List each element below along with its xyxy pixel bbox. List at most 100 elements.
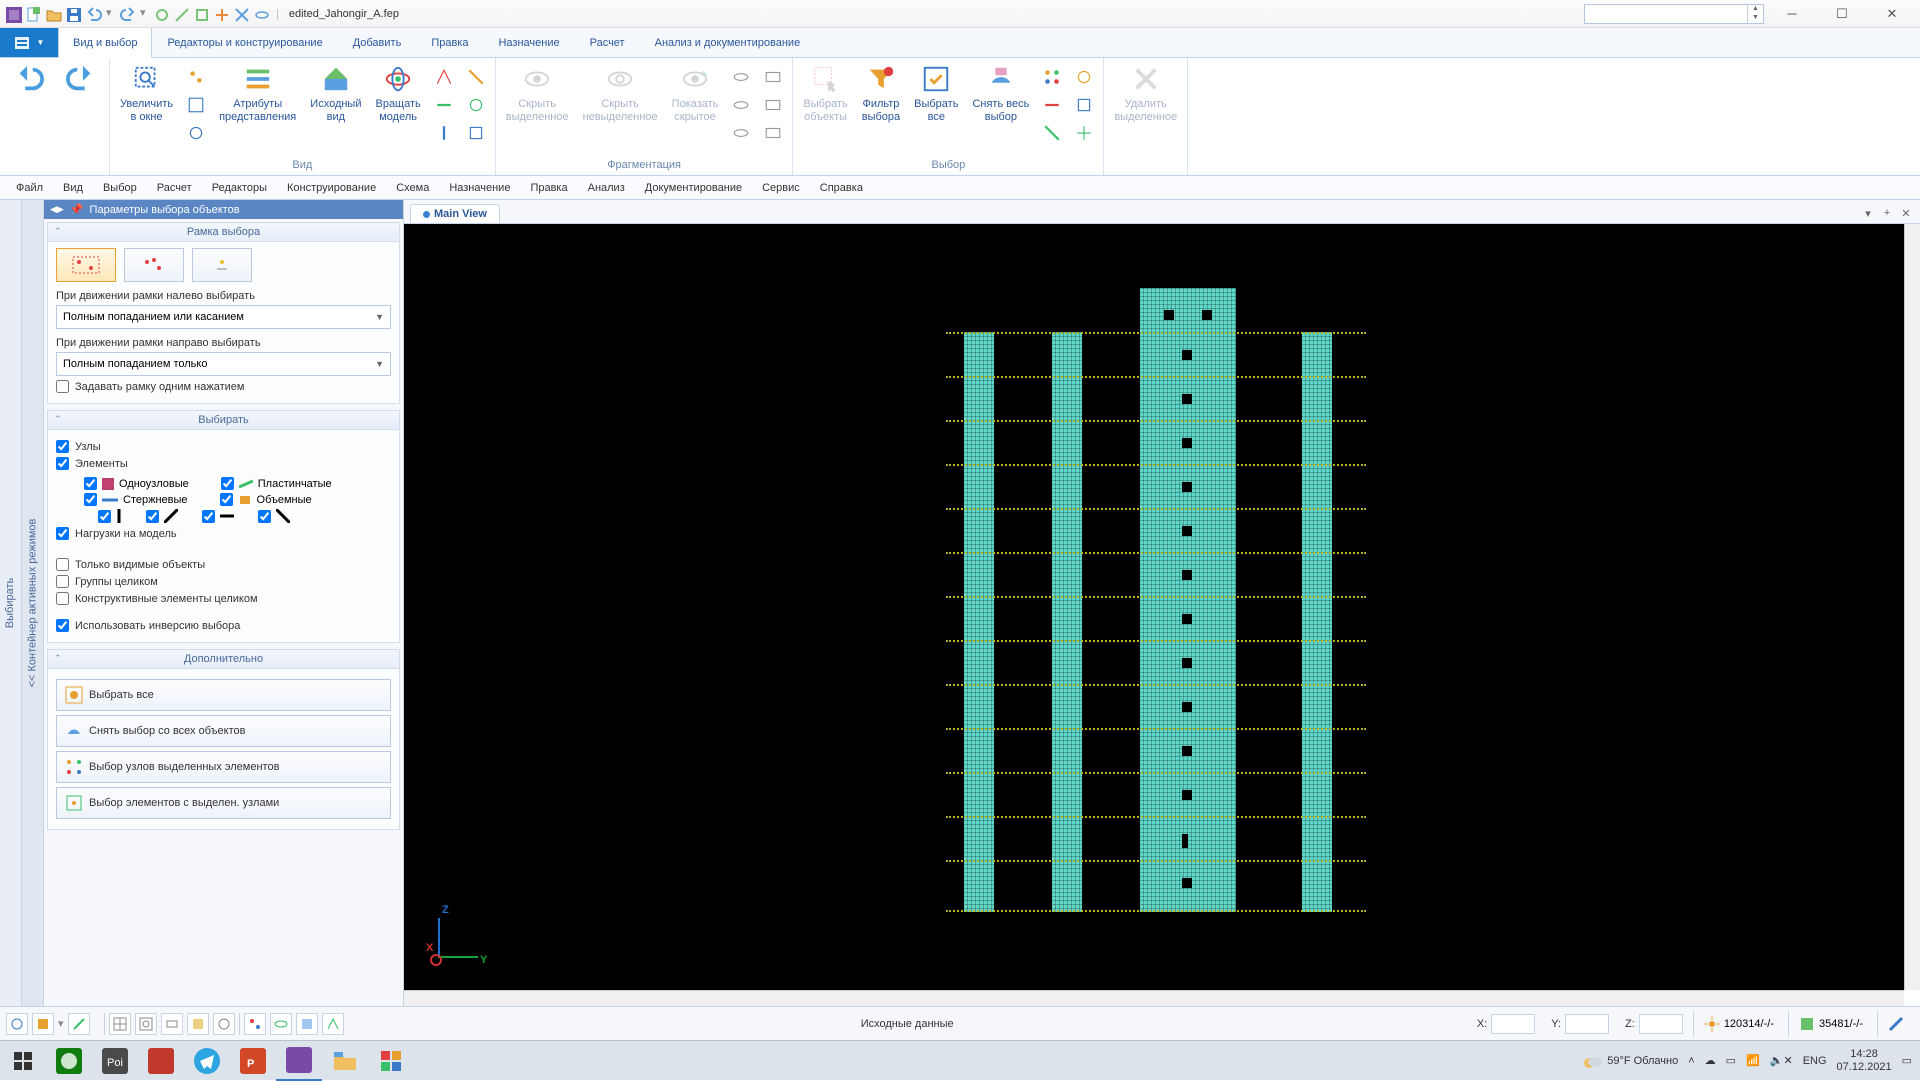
qat-tool-icon[interactable] bbox=[234, 6, 250, 22]
frag-mini-6[interactable] bbox=[760, 120, 786, 146]
tray-volume-icon[interactable]: 🔈✕ bbox=[1770, 1054, 1793, 1067]
view-mini-1[interactable] bbox=[183, 64, 209, 90]
view-axis-4[interactable] bbox=[463, 64, 489, 90]
status-grid-1[interactable] bbox=[109, 1013, 131, 1035]
sel-mini-6[interactable] bbox=[1071, 120, 1097, 146]
sel-mini-4[interactable] bbox=[1071, 64, 1097, 90]
hide-unselected-button[interactable]: Скрытьневыделенное bbox=[577, 60, 664, 126]
tab-edit[interactable]: Правка bbox=[416, 28, 483, 57]
menu-select[interactable]: Выбор bbox=[93, 179, 147, 197]
chk-elements[interactable]: Элементы bbox=[56, 457, 391, 470]
chk-visible[interactable]: Только видимые объекты bbox=[56, 558, 391, 571]
frame-mode-3[interactable] bbox=[192, 248, 252, 282]
select-all-button[interactable]: Выбратьвсе bbox=[908, 60, 964, 126]
chk-loads[interactable]: Нагрузки на модель bbox=[56, 527, 391, 540]
status-tool-2[interactable] bbox=[270, 1013, 292, 1035]
qat-redo-icon[interactable] bbox=[120, 6, 136, 22]
vertical-label-container[interactable]: << Контейнер активных режимов bbox=[22, 200, 44, 1006]
tray-battery-icon[interactable]: ▭ bbox=[1726, 1054, 1736, 1067]
tray-clock[interactable]: 14:2807.12.2021 bbox=[1837, 1048, 1892, 1074]
chk-bar-d2[interactable] bbox=[258, 509, 290, 523]
status-btn-1[interactable] bbox=[6, 1013, 28, 1035]
close-button[interactable]: ✕ bbox=[1870, 0, 1914, 28]
maximize-button[interactable]: ☐ bbox=[1820, 0, 1864, 28]
tray-up-icon[interactable]: ˄ bbox=[1688, 1055, 1694, 1067]
sel-mini-3[interactable] bbox=[1039, 120, 1065, 146]
chk-constr[interactable]: Конструктивные элементы целиком bbox=[56, 592, 391, 605]
pin-icon[interactable]: 📌 bbox=[70, 203, 84, 216]
left-move-dropdown[interactable]: Полным попаданием или касанием▼ bbox=[56, 305, 391, 329]
status-btn-2[interactable] bbox=[32, 1013, 54, 1035]
section-extra-header[interactable]: ⌃Дополнительно bbox=[48, 650, 399, 669]
show-hidden-button[interactable]: Показатьскрытое bbox=[666, 60, 725, 126]
status-tool-1[interactable] bbox=[244, 1013, 266, 1035]
qat-save-icon[interactable] bbox=[66, 6, 82, 22]
vtab-close-icon[interactable]: ✕ bbox=[1898, 207, 1914, 223]
status-btn-3[interactable] bbox=[68, 1013, 90, 1035]
btn-deselect-all[interactable]: Снять выбор со всех объектов bbox=[56, 715, 391, 747]
section-frame-header[interactable]: ⌃Рамка выбора bbox=[48, 223, 399, 242]
zoom-window-button[interactable]: Увеличитьв окне bbox=[114, 60, 179, 126]
weather-widget[interactable]: 59°F Облачно bbox=[1582, 1051, 1678, 1071]
qat-tool-icon[interactable] bbox=[254, 6, 270, 22]
frag-mini-5[interactable] bbox=[760, 92, 786, 118]
title-number-input[interactable]: ▲▼ bbox=[1584, 4, 1764, 24]
vertical-scrollbar[interactable] bbox=[1904, 224, 1920, 990]
qat-tool-icon[interactable] bbox=[174, 6, 190, 22]
status-grid-5[interactable] bbox=[213, 1013, 235, 1035]
qat-dropdown-icon[interactable]: ▾ bbox=[140, 6, 150, 22]
view-axis-3[interactable] bbox=[431, 120, 457, 146]
frag-mini-2[interactable] bbox=[728, 92, 754, 118]
view-axis-6[interactable] bbox=[463, 120, 489, 146]
btn-select-nodes-of[interactable]: Выбор узлов выделенных элементов bbox=[56, 751, 391, 783]
redo-button[interactable] bbox=[56, 60, 106, 98]
filter-button[interactable]: Фильтрвыбора bbox=[856, 60, 906, 126]
qat-dropdown-icon[interactable]: ▾ bbox=[106, 6, 116, 22]
menu-doc[interactable]: Документирование bbox=[635, 179, 752, 197]
file-tab[interactable]: ▼ bbox=[0, 28, 58, 57]
minimize-button[interactable]: ─ bbox=[1770, 0, 1814, 28]
tab-editors[interactable]: Редакторы и конструирование bbox=[152, 28, 337, 57]
tab-analysis[interactable]: Анализ и документирование bbox=[640, 28, 816, 57]
tab-view-select[interactable]: Вид и выбор bbox=[58, 28, 152, 58]
btn-select-elems-of[interactable]: Выбор элементов с выделен. узлами bbox=[56, 787, 391, 819]
view-axis-1[interactable] bbox=[431, 64, 457, 90]
task-app-3[interactable] bbox=[138, 1041, 184, 1081]
view-mini-3[interactable] bbox=[183, 120, 209, 146]
status-grid-2[interactable] bbox=[135, 1013, 157, 1035]
rotate-button[interactable]: Вращатьмодель bbox=[369, 60, 426, 126]
qat-tool-icon[interactable] bbox=[154, 6, 170, 22]
view-attrs-button[interactable]: Атрибутыпредставления bbox=[213, 60, 302, 126]
status-tool-4[interactable] bbox=[322, 1013, 344, 1035]
frag-mini-4[interactable] bbox=[760, 64, 786, 90]
vtab-menu-icon[interactable]: ▾ bbox=[1860, 207, 1876, 223]
chk-single[interactable]: Одноузловые bbox=[84, 477, 189, 490]
view-axis-5[interactable] bbox=[463, 92, 489, 118]
qat-tool-icon[interactable] bbox=[214, 6, 230, 22]
vtab-add-icon[interactable]: + bbox=[1879, 207, 1895, 223]
task-explorer[interactable] bbox=[322, 1041, 368, 1081]
menu-assign[interactable]: Назначение bbox=[439, 179, 520, 197]
chk-inverse[interactable]: Использовать инверсию выбора bbox=[56, 619, 391, 632]
menu-editors[interactable]: Редакторы bbox=[202, 179, 277, 197]
qat-new-icon[interactable] bbox=[26, 6, 42, 22]
frame-mode-1[interactable] bbox=[56, 248, 116, 282]
deselect-all-button[interactable]: Снять весьвыбор bbox=[966, 60, 1035, 126]
tab-assign[interactable]: Назначение bbox=[483, 28, 574, 57]
vertical-label-select[interactable]: Выбирать bbox=[0, 200, 22, 1006]
right-move-dropdown[interactable]: Полным попаданием только▼ bbox=[56, 352, 391, 376]
status-grid-4[interactable] bbox=[187, 1013, 209, 1035]
menu-analysis[interactable]: Анализ bbox=[578, 179, 635, 197]
select-objects-button[interactable]: Выбратьобъекты bbox=[797, 60, 853, 126]
task-app-4[interactable] bbox=[368, 1041, 414, 1081]
home-view-button[interactable]: Исходныйвид bbox=[304, 60, 367, 126]
qat-undo-icon[interactable] bbox=[86, 6, 102, 22]
menu-file[interactable]: Файл bbox=[6, 179, 53, 197]
frame-mode-2[interactable] bbox=[124, 248, 184, 282]
btn-select-all[interactable]: Выбрать все bbox=[56, 679, 391, 711]
viewport-tab-main[interactable]: Main View bbox=[410, 204, 500, 223]
sel-mini-1[interactable] bbox=[1039, 64, 1065, 90]
view-axis-2[interactable] bbox=[431, 92, 457, 118]
status-info-3[interactable] bbox=[1877, 1011, 1914, 1037]
tab-calc[interactable]: Расчет bbox=[575, 28, 640, 57]
